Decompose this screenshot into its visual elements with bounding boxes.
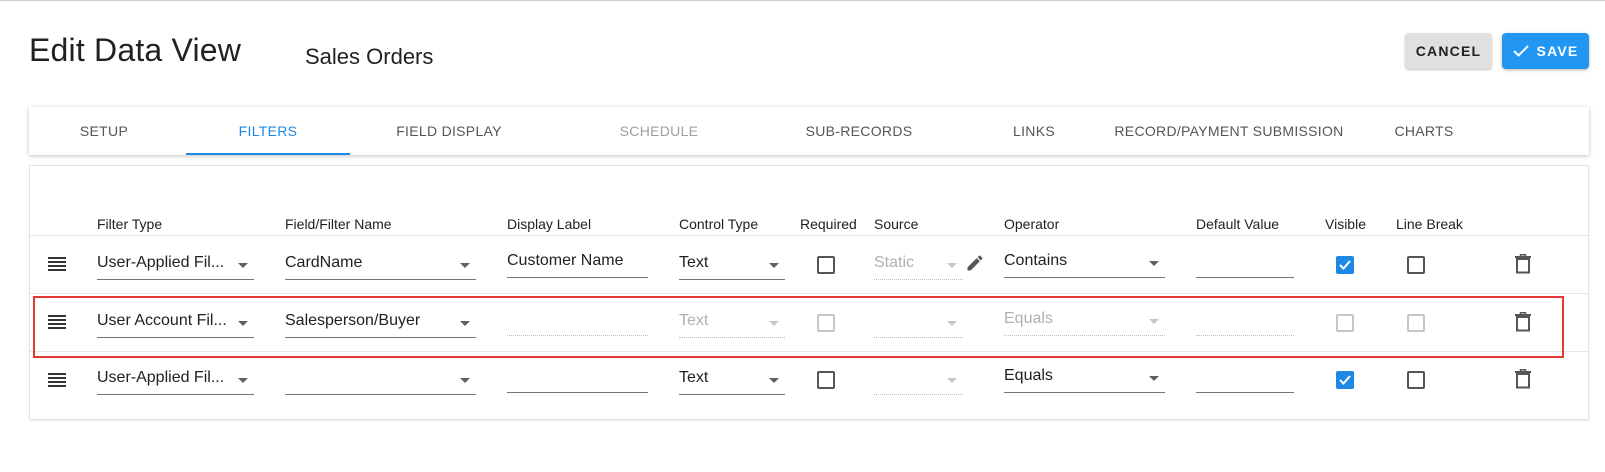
filter-type-value: User-Applied Fil... bbox=[97, 254, 225, 271]
tab-field-display[interactable]: FIELD DISPLAY bbox=[359, 107, 539, 155]
display-label-value: Customer Name bbox=[507, 252, 624, 269]
column-header-filter-type: Filter Type bbox=[97, 216, 163, 232]
active-tab-indicator bbox=[186, 153, 350, 155]
chevron-down-icon bbox=[238, 378, 248, 383]
data-view-name: Sales Orders bbox=[305, 44, 434, 69]
control-type-value: Text bbox=[679, 369, 709, 386]
visible-checkbox[interactable] bbox=[1336, 371, 1354, 389]
field-name-select[interactable]: CardName bbox=[285, 250, 476, 280]
page-title: Edit Data View bbox=[29, 32, 242, 68]
operator-value: Contains bbox=[1004, 252, 1068, 269]
check-icon bbox=[1339, 375, 1351, 385]
tab-schedule: SCHEDULE bbox=[619, 123, 699, 139]
cancel-button[interactable]: CANCEL bbox=[1405, 33, 1492, 69]
column-header-visible: Visible bbox=[1325, 216, 1366, 232]
chevron-down-icon bbox=[1149, 376, 1159, 381]
tab-sub-records[interactable]: SUB-RECORDS bbox=[769, 107, 949, 155]
column-header-default-value: Default Value bbox=[1196, 216, 1280, 232]
drag-handle-icon[interactable] bbox=[48, 373, 66, 387]
filter-type-value: User-Applied Fil... bbox=[97, 369, 225, 386]
chevron-down-icon bbox=[460, 263, 470, 268]
filter-type-select[interactable]: User-Applied Fil... bbox=[97, 250, 254, 280]
tab-charts[interactable]: CHARTS bbox=[1369, 107, 1479, 155]
chevron-down-icon bbox=[1149, 261, 1159, 266]
top-divider bbox=[0, 0, 1605, 1]
field-name-select[interactable] bbox=[285, 365, 476, 395]
check-icon bbox=[1512, 45, 1529, 57]
control-type-value: Text bbox=[679, 254, 709, 271]
column-header-line-break: Line Break bbox=[1396, 216, 1463, 232]
tab-record-payment-submission[interactable]: RECORD/PAYMENT SUBMISSION bbox=[1099, 107, 1359, 155]
line-break-checkbox[interactable] bbox=[1407, 371, 1425, 389]
column-header-operator: Operator bbox=[1004, 216, 1060, 232]
source-select: Static bbox=[874, 250, 963, 280]
column-header-display-label: Display Label bbox=[507, 216, 592, 232]
column-header-required: Required bbox=[800, 216, 857, 232]
save-button[interactable]: SAVE bbox=[1502, 33, 1589, 69]
filter-type-select[interactable]: User-Applied Fil... bbox=[97, 365, 254, 395]
tab-bar: SETUP FILTERS FIELD DISPLAY SCHEDULE SUB… bbox=[29, 107, 1589, 155]
default-value-input[interactable] bbox=[1196, 363, 1294, 393]
chevron-down-icon bbox=[947, 378, 957, 383]
required-checkbox[interactable] bbox=[817, 371, 835, 389]
chevron-down-icon bbox=[947, 263, 957, 268]
display-label-input[interactable] bbox=[507, 363, 648, 393]
source-value: Static bbox=[874, 254, 915, 271]
trash-icon[interactable] bbox=[1515, 369, 1531, 389]
display-label-input[interactable]: Customer Name bbox=[507, 248, 648, 278]
required-checkbox[interactable] bbox=[817, 256, 835, 274]
control-type-select[interactable]: Text bbox=[679, 365, 785, 395]
field-name-value: CardName bbox=[285, 254, 363, 271]
operator-select[interactable]: Equals bbox=[1004, 363, 1165, 393]
header-divider bbox=[30, 235, 1588, 236]
tab-filters[interactable]: FILTERS bbox=[186, 107, 350, 155]
operator-value: Equals bbox=[1004, 367, 1053, 384]
chevron-down-icon bbox=[238, 263, 248, 268]
tab-setup[interactable]: SETUP bbox=[29, 107, 179, 155]
drag-handle-icon[interactable] bbox=[48, 257, 66, 271]
pencil-icon[interactable] bbox=[965, 253, 985, 273]
control-type-select[interactable]: Text bbox=[679, 250, 785, 280]
source-select bbox=[874, 365, 963, 395]
visible-checkbox[interactable] bbox=[1336, 256, 1354, 274]
operator-select[interactable]: Contains bbox=[1004, 248, 1165, 278]
column-header-source: Source bbox=[874, 216, 919, 232]
column-header-field-name: Field/Filter Name bbox=[285, 216, 392, 232]
check-icon bbox=[1339, 260, 1351, 270]
row-highlight-annotation bbox=[33, 296, 1564, 358]
cancel-button-label: CANCEL bbox=[1415, 43, 1482, 59]
row-divider bbox=[30, 293, 1588, 294]
column-header-control-type: Control Type bbox=[679, 216, 759, 232]
line-break-checkbox[interactable] bbox=[1407, 256, 1425, 274]
trash-icon[interactable] bbox=[1515, 254, 1531, 274]
chevron-down-icon bbox=[769, 263, 779, 268]
save-button-label: SAVE bbox=[1536, 43, 1579, 59]
tab-links[interactable]: LINKS bbox=[979, 107, 1089, 155]
chevron-down-icon bbox=[460, 378, 470, 383]
chevron-down-icon bbox=[769, 378, 779, 383]
default-value-input[interactable] bbox=[1196, 248, 1294, 278]
